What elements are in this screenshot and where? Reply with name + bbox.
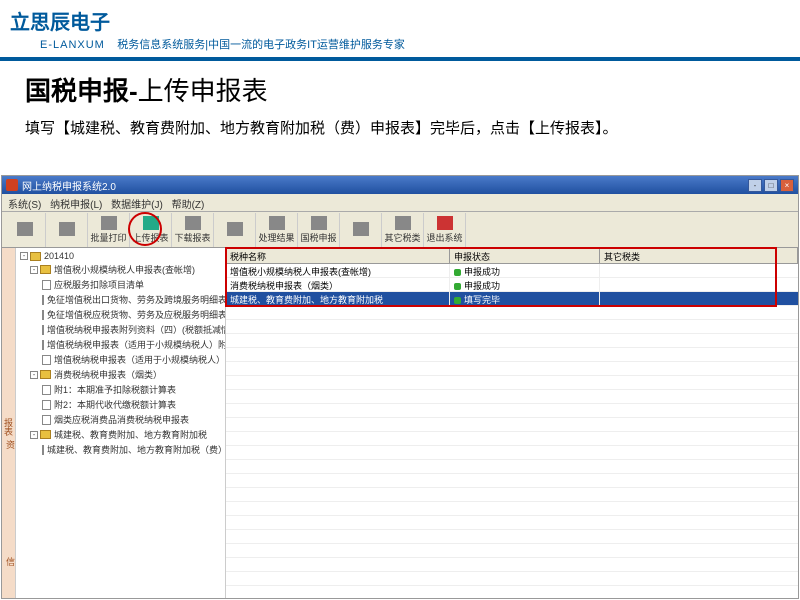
download-icon (185, 216, 201, 230)
maximize-button[interactable]: □ (764, 179, 778, 192)
tool-icon (227, 222, 243, 236)
cell-name: 消费税纳税申报表（烟类） (226, 278, 450, 291)
tool-national-tax[interactable]: 国税申报 (298, 213, 340, 247)
file-icon (42, 280, 51, 290)
minimize-button[interactable]: - (748, 179, 762, 192)
upload-icon (143, 216, 159, 230)
cell-name: 增值税小规模纳税人申报表(查帐增) (226, 264, 450, 277)
file-icon (42, 385, 51, 395)
collapse-icon[interactable]: - (30, 266, 38, 274)
toolbar: 批量打印 上传报表 下载报表 处理结果 国税申报 其它税类 退出系统 (2, 212, 798, 248)
brand-tag: 税务信息系统服务|中国一流的电子政务IT运营维护服务专家 (117, 39, 405, 51)
brand-sub: E-LANXUM (40, 39, 105, 51)
menubar: 系统(S) 纳税申报(L) 数据维护(J) 帮助(Z) (2, 194, 798, 212)
col-status[interactable]: 申报状态 (450, 248, 600, 263)
tool-batch-print[interactable]: 批量打印 (88, 213, 130, 247)
collapse-icon[interactable]: - (30, 431, 38, 439)
cell-status: 填写完毕 (450, 292, 600, 305)
collapse-icon[interactable]: - (30, 371, 38, 379)
tax-icon (311, 216, 327, 230)
side-tab-res[interactable]: 资 (2, 436, 19, 453)
cell-status: 申报成功 (450, 278, 600, 291)
cell-name: 城建税、教育费附加、地方教育附加税 (226, 292, 450, 305)
app-window: 网上纳税申报系统2.0 - □ × 系统(S) 纳税申报(L) 数据维护(J) … (1, 175, 799, 599)
file-icon (42, 310, 44, 320)
tool-2[interactable] (46, 213, 88, 247)
tree-item[interactable]: 增值税纳税申报表（适用于小规模纳税人）附列资料 (16, 337, 225, 352)
logo-text: 立思辰电子 (10, 6, 790, 35)
window-title: 网上纳税申报系统2.0 (22, 178, 746, 193)
tool-icon (17, 222, 33, 236)
tool-download-report[interactable]: 下载报表 (172, 213, 214, 247)
tool-icon (353, 222, 369, 236)
side-tabs: 资 信 (2, 436, 16, 570)
table-body: 增值税小规模纳税人申报表(查帐增) 申报成功 消费税纳税申报表（烟类） 申报成功… (226, 264, 798, 598)
folder-icon (40, 265, 51, 274)
print-icon (101, 216, 117, 230)
titlebar: 网上纳税申报系统2.0 - □ × (2, 176, 798, 194)
tool-1[interactable] (4, 213, 46, 247)
tool-result[interactable]: 处理结果 (256, 213, 298, 247)
table-row[interactable]: 消费税纳税申报表（烟类） 申报成功 (226, 278, 798, 292)
menu-data-maint[interactable]: 数据维护(J) (111, 200, 163, 211)
tool-exit[interactable]: 退出系统 (424, 213, 466, 247)
file-icon (42, 415, 51, 425)
tree-item[interactable]: 增值税纳税申报表附列资料（四）(税额抵减情况表) (16, 322, 225, 337)
col-other[interactable]: 其它税类 (600, 248, 798, 263)
tree-item[interactable]: 城建税、教育费附加、地方教育附加税（费）申报表 (16, 442, 225, 457)
tree-root[interactable]: -201410 (16, 250, 225, 262)
tree-panel: -201410 -增值税小规模纳税人申报表(查帐增) 应税服务扣除项目清单 免征… (16, 248, 226, 598)
folder-icon (40, 430, 51, 439)
menu-help[interactable]: 帮助(Z) (172, 200, 205, 211)
result-icon (269, 216, 285, 230)
file-icon (42, 355, 51, 365)
file-icon (42, 400, 51, 410)
empty-rows (226, 306, 798, 586)
file-icon (42, 325, 44, 335)
tree-item[interactable]: 附1：本期准予扣除税额计算表 (16, 382, 225, 397)
tree-item[interactable]: 应税服务扣除项目清单 (16, 277, 225, 292)
file-icon (42, 295, 44, 305)
tool-other-tax[interactable]: 其它税类 (382, 213, 424, 247)
page-description: 填写【城建税、教育费附加、地方教育附加税（费）申报表】完毕后，点击【上传报表】。 (0, 112, 800, 147)
page-title: 国税申报-上传申报表 (0, 61, 800, 112)
side-tab-info[interactable]: 信 (2, 553, 19, 570)
status-dot-icon (454, 297, 461, 304)
tree-item[interactable]: 烟类应税消费品消费税纳税申报表 (16, 412, 225, 427)
tool-9[interactable] (340, 213, 382, 247)
tree-group-city[interactable]: -城建税、教育费附加、地方教育附加税 (16, 427, 225, 442)
folder-icon (40, 370, 51, 379)
tool-upload-report[interactable]: 上传报表 (130, 213, 172, 247)
tree-item[interactable]: 附2：本期代收代缴税额计算表 (16, 397, 225, 412)
collapse-icon[interactable]: - (20, 252, 28, 260)
tree-group-consume[interactable]: -消费税纳税申报表（烟类） (16, 367, 225, 382)
exit-icon (437, 216, 453, 230)
folder-icon (30, 252, 41, 261)
cell-status: 申报成功 (450, 264, 600, 277)
main-panel: 税种名称 申报状态 其它税类 增值税小规模纳税人申报表(查帐增) 申报成功 消费… (226, 248, 798, 598)
close-button[interactable]: × (780, 179, 794, 192)
menu-system[interactable]: 系统(S) (8, 200, 41, 211)
tree-group-vat[interactable]: -增值税小规模纳税人申报表(查帐增) (16, 262, 225, 277)
menu-tax-report[interactable]: 纳税申报(L) (50, 200, 102, 211)
tool-6[interactable] (214, 213, 256, 247)
file-icon (42, 445, 44, 455)
app-icon (6, 179, 18, 191)
tool-icon (59, 222, 75, 236)
tree-item[interactable]: 免征增值税应税货物、劳务及应税服务明细表 (16, 307, 225, 322)
tree-item[interactable]: 免征增值税出口货物、劳务及跨境服务明细表 (16, 292, 225, 307)
tree-item[interactable]: 增值税纳税申报表（适用于小规模纳税人） (16, 352, 225, 367)
col-tax-name[interactable]: 税种名称 (226, 248, 450, 263)
app-body: 报表 -201410 -增值税小规模纳税人申报表(查帐增) 应税服务扣除项目清单… (2, 248, 798, 598)
file-icon (42, 340, 44, 350)
brand-header: 立思辰电子 E-LANXUM 税务信息系统服务|中国一流的电子政务IT运营维护服… (0, 0, 800, 55)
table-row-selected[interactable]: 城建税、教育费附加、地方教育附加税 填写完毕 (226, 292, 798, 306)
table-row[interactable]: 增值税小规模纳税人申报表(查帐增) 申报成功 (226, 264, 798, 278)
status-dot-icon (454, 283, 461, 290)
status-dot-icon (454, 269, 461, 276)
other-icon (395, 216, 411, 230)
table-header: 税种名称 申报状态 其它税类 (226, 248, 798, 264)
